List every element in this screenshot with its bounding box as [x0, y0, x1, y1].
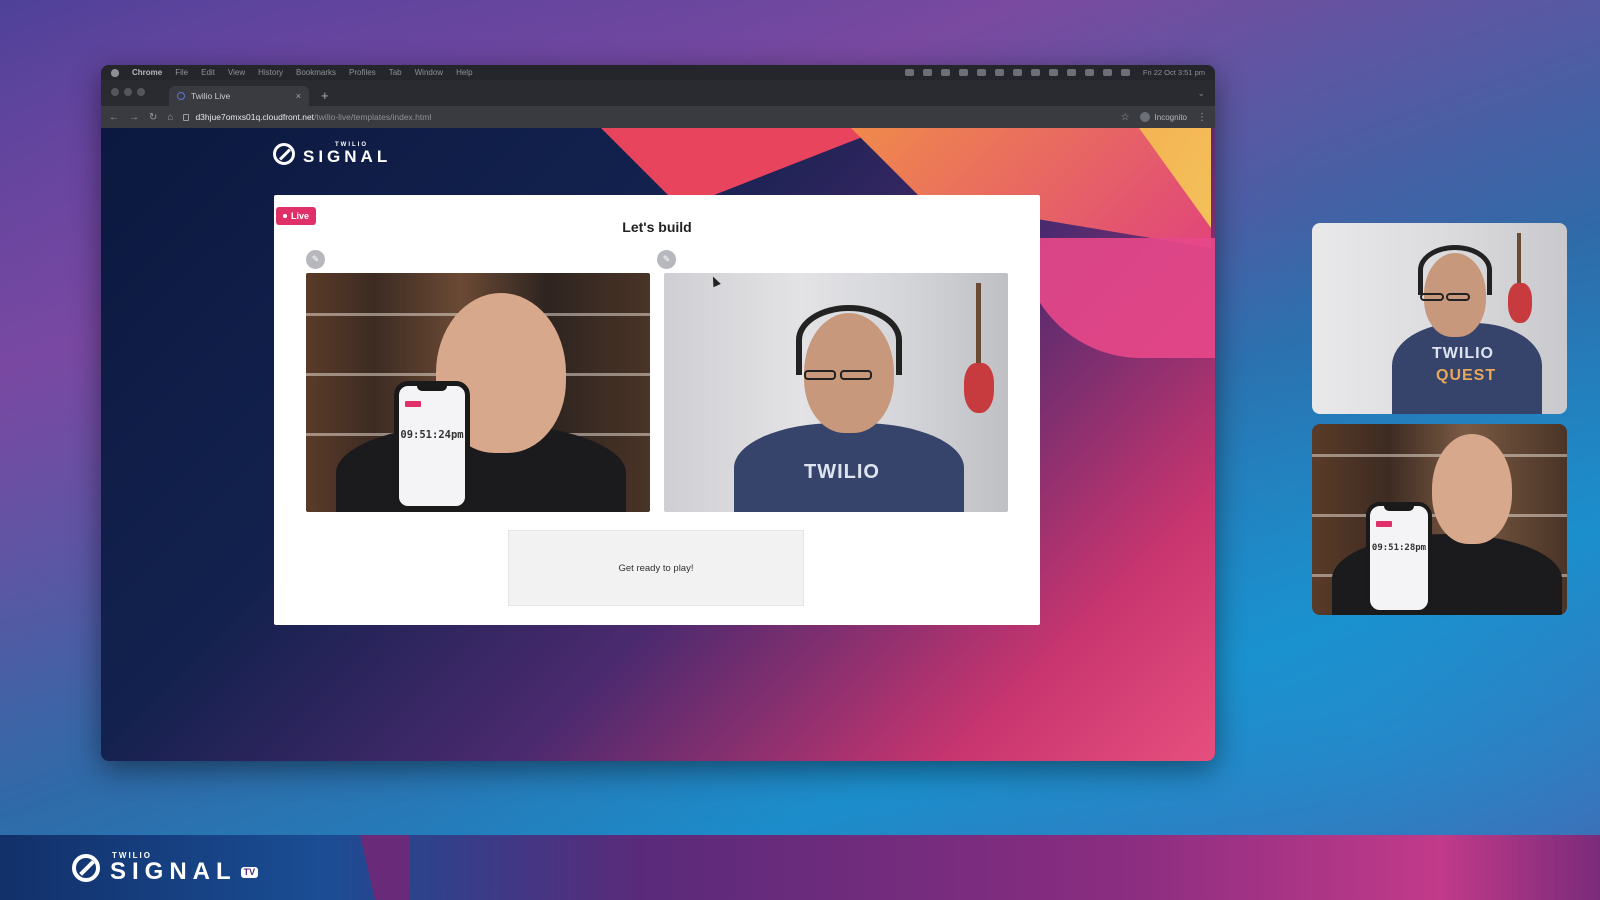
menu-view[interactable]: View — [228, 68, 245, 77]
phone-timer: 09:51:24pm — [394, 381, 470, 511]
phone-time-text: 09:51:28pm — [1371, 543, 1427, 553]
twilio-logo-icon — [273, 142, 295, 165]
twilio-logo-icon — [72, 854, 100, 882]
tv-badge: TV — [240, 866, 259, 878]
url-path: /twilio-live/templates/index.html — [314, 112, 432, 122]
participant-head — [1432, 434, 1512, 544]
menu-window[interactable]: Window — [415, 68, 443, 77]
glasses-decor — [804, 370, 836, 380]
mic-muted-icon[interactable]: ✎ — [306, 250, 325, 269]
control-center-icon[interactable] — [1120, 69, 1130, 76]
tv-logo-big-text: SIGNAL — [110, 858, 237, 885]
tab-label: Twilio Live — [191, 91, 231, 101]
menu-profiles[interactable]: Profiles — [349, 68, 376, 77]
lock-icon[interactable] — [183, 113, 190, 121]
participant-body: TWILIO — [734, 423, 964, 512]
tee-text: QUEST — [1436, 367, 1497, 384]
tab-twilio-live[interactable]: Twilio Live × — [169, 86, 309, 106]
apple-icon[interactable] — [111, 68, 119, 77]
tray-icon[interactable] — [922, 69, 932, 76]
glasses-decor — [840, 370, 872, 380]
close-tab-icon[interactable]: × — [296, 91, 301, 101]
menu-history[interactable]: History — [258, 68, 283, 77]
incognito-label: Incognito — [1154, 112, 1187, 122]
close-window-button[interactable] — [111, 88, 119, 96]
glasses-decor — [1446, 293, 1470, 301]
url-field[interactable]: d3hjue7omxs01q.cloudfront.net/twilio-liv… — [183, 112, 1110, 122]
headphones-decor — [796, 305, 902, 375]
window-controls — [111, 88, 145, 96]
menu-tab[interactable]: Tab — [389, 68, 402, 77]
spotlight-icon[interactable] — [1102, 69, 1112, 76]
user-icon[interactable] — [1084, 69, 1094, 76]
tray-icon[interactable] — [904, 69, 914, 76]
reload-icon[interactable]: ↻ — [149, 112, 157, 123]
incognito-indicator[interactable]: Incognito — [1139, 112, 1187, 122]
tee-text: TWILIO — [804, 461, 880, 483]
participant-body: TWILIO QUEST — [1392, 323, 1542, 414]
ready-status-box: Get ready to play! — [508, 530, 804, 606]
signal-logo: TWILIO SIGNAL — [273, 142, 391, 165]
home-icon[interactable]: ⌂ — [167, 112, 173, 123]
participant-video-left: 09:51:24pm — [306, 273, 650, 512]
phone-time-text: 09:51:24pm — [400, 429, 464, 441]
menu-file[interactable]: File — [175, 68, 188, 77]
bookmark-star-icon[interactable]: ☆ — [1121, 112, 1130, 123]
new-tab-button[interactable]: + — [321, 88, 329, 103]
live-card: Live Let's build ✎ ✎ 09:51:24pm TWILIO G… — [274, 195, 1040, 625]
guitar-decor — [1508, 283, 1532, 323]
phone-timer: 09:51:28pm — [1366, 502, 1432, 614]
menu-help[interactable]: Help — [456, 68, 472, 77]
participant-video-right: TWILIO — [664, 273, 1008, 512]
participant-tile-1: TWILIO QUEST — [1312, 223, 1567, 414]
participant-tile-2: 09:51:28pm — [1312, 424, 1567, 615]
menubar-clock[interactable]: Fri 22 Oct 3:51 pm — [1143, 68, 1205, 77]
incognito-icon — [1139, 112, 1150, 122]
back-arrow-icon[interactable]: ← — [109, 112, 119, 123]
live-dot-icon — [283, 214, 287, 218]
minimize-window-button[interactable] — [124, 88, 132, 96]
menubar-app-name[interactable]: Chrome — [132, 68, 162, 77]
browser-window: Chrome File Edit View History Bookmarks … — [101, 65, 1215, 761]
volume-icon[interactable] — [1030, 69, 1040, 76]
menu-edit[interactable]: Edit — [201, 68, 215, 77]
address-bar: ← → ↻ ⌂ d3hjue7omxs01q.cloudfront.net/tw… — [101, 106, 1215, 128]
mac-menubar: Chrome File Edit View History Bookmarks … — [101, 65, 1215, 80]
tray-icon[interactable] — [994, 69, 1004, 76]
url-host: d3hjue7omxs01q.cloudfront.net — [195, 112, 315, 122]
tray-icon[interactable] — [958, 69, 968, 76]
web-page: TWILIO SIGNAL Live Let's build ✎ ✎ 09:51… — [101, 128, 1215, 761]
logo-big-text: SIGNAL — [303, 147, 392, 166]
page-title: Let's build — [622, 219, 692, 235]
zoom-window-button[interactable] — [137, 88, 145, 96]
guitar-decor — [964, 363, 994, 413]
tab-bar: Twilio Live × + ⌄ — [101, 80, 1215, 106]
more-menu-icon[interactable]: ⋮ — [1197, 112, 1207, 123]
signal-tv-logo: TWILIO SIGNAL TV — [72, 852, 259, 885]
tab-search-chevron-icon[interactable]: ⌄ — [1197, 88, 1205, 99]
forward-arrow-icon[interactable]: → — [129, 112, 139, 123]
status-tray: Fri 22 Oct 3:51 pm — [904, 68, 1205, 77]
decorative-shape — [1021, 238, 1215, 358]
tee-text: TWILIO — [1432, 345, 1494, 362]
tray-icon[interactable] — [976, 69, 986, 76]
menu-bookmarks[interactable]: Bookmarks — [296, 68, 336, 77]
tray-icon[interactable] — [940, 69, 950, 76]
twilio-favicon-icon — [177, 92, 185, 100]
wifi-icon[interactable] — [1066, 69, 1076, 76]
stream-bottom-bar: TWILIO SIGNAL TV — [0, 835, 1600, 900]
headphones-decor — [1418, 245, 1492, 295]
glasses-decor — [1420, 293, 1444, 301]
tray-icon[interactable] — [1012, 69, 1022, 76]
battery-icon[interactable] — [1048, 69, 1058, 76]
mic-muted-icon[interactable]: ✎ — [657, 250, 676, 269]
ready-text: Get ready to play! — [618, 562, 694, 574]
